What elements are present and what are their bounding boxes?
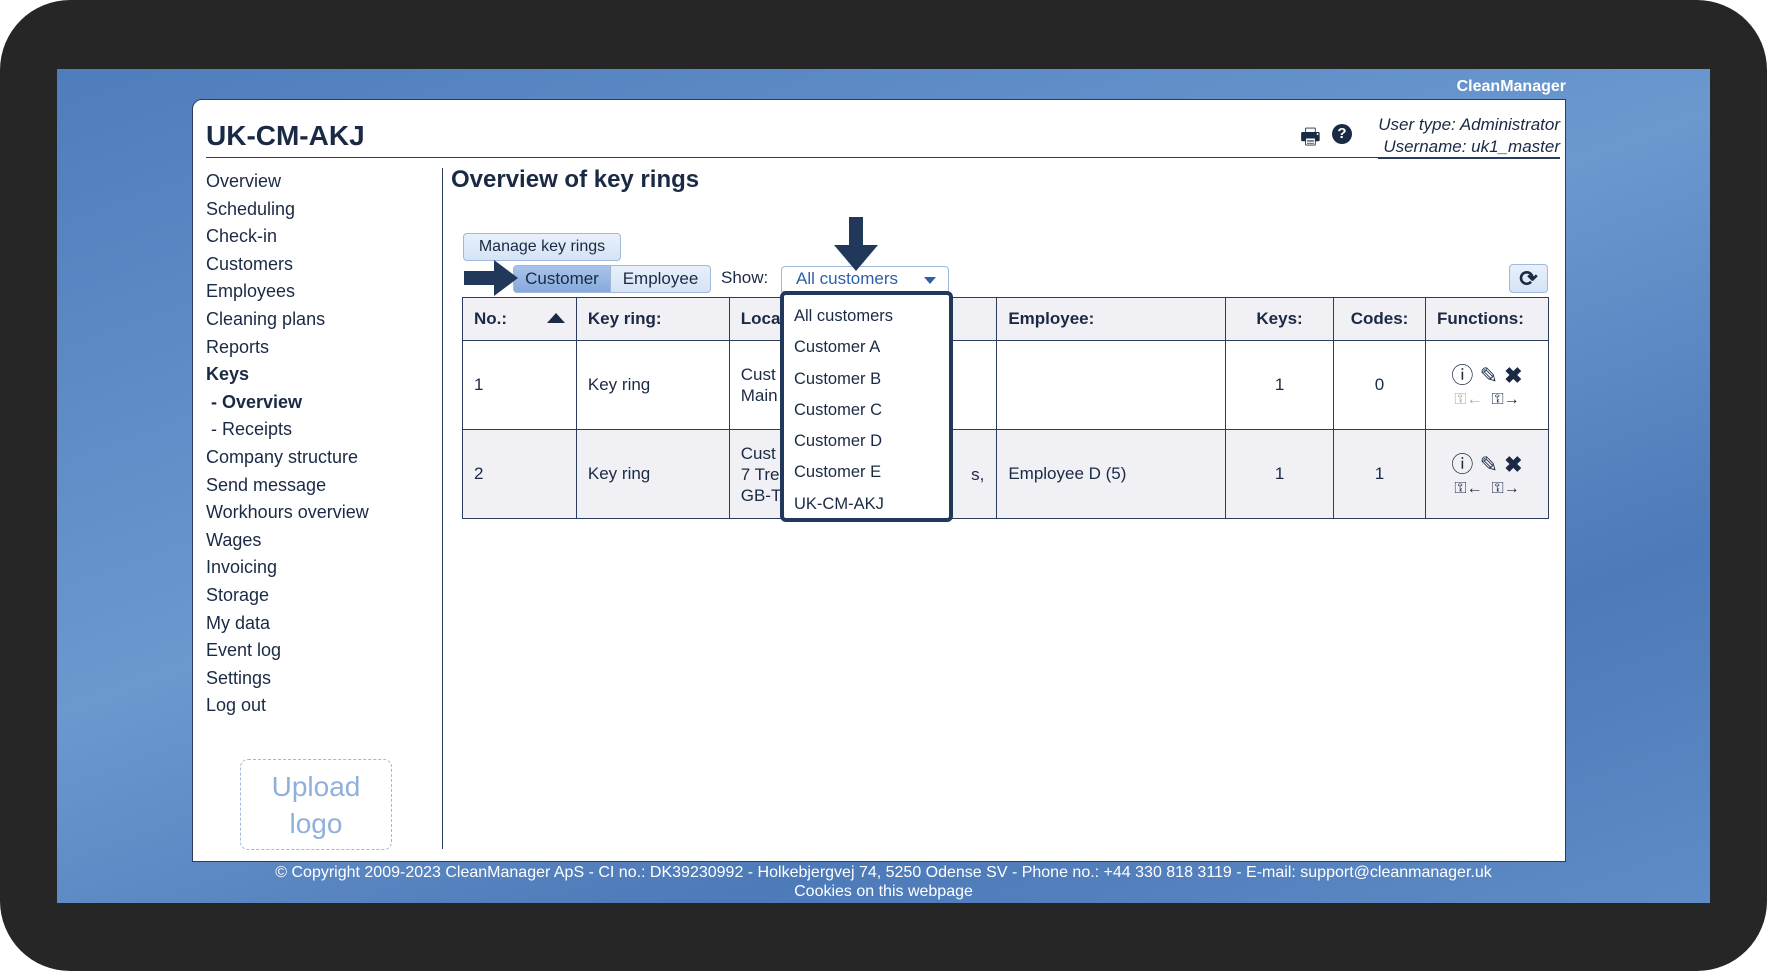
header-keys[interactable]: Keys: bbox=[1225, 297, 1335, 341]
cell-functions: ⓘ ✎ ✖ ⚿← ⚿→ bbox=[1424, 429, 1550, 519]
cell-employee bbox=[996, 340, 1227, 430]
sidebar: Overview Scheduling Check-in Customers E… bbox=[206, 168, 369, 720]
footer-copyright: © Copyright 2009-2023 CleanManager ApS -… bbox=[275, 864, 1492, 881]
cell-no: 2 bbox=[462, 429, 577, 519]
info-icon[interactable]: ⓘ bbox=[1451, 363, 1473, 388]
brand-label: CleanManager bbox=[1456, 78, 1566, 95]
cell-no: 1 bbox=[462, 340, 577, 430]
sidebar-item-event-log[interactable]: Event log bbox=[206, 637, 369, 665]
key-return-icon: ⚿← bbox=[1454, 391, 1483, 408]
sidebar-item-employees[interactable]: Employees bbox=[206, 278, 369, 306]
cell-codes: 0 bbox=[1333, 340, 1426, 430]
tab-customer[interactable]: Customer bbox=[513, 265, 611, 293]
tab-employee[interactable]: Employee bbox=[610, 265, 711, 293]
header-key-ring[interactable]: Key ring: bbox=[575, 297, 730, 341]
edit-icon[interactable]: ✎ bbox=[1480, 452, 1498, 477]
sidebar-item-send-message[interactable]: Send message bbox=[206, 472, 369, 500]
chevron-down-icon bbox=[924, 277, 936, 284]
refresh-icon: ⟳ bbox=[1519, 265, 1538, 291]
sidebar-item-overview[interactable]: Overview bbox=[206, 168, 369, 196]
sidebar-item-company-structure[interactable]: Company structure bbox=[206, 444, 369, 472]
cookies-link[interactable]: Cookies on this webpage bbox=[0, 882, 1767, 901]
sidebar-item-cleaning-plans[interactable]: Cleaning plans bbox=[206, 306, 369, 334]
sidebar-item-scheduling[interactable]: Scheduling bbox=[206, 196, 369, 224]
option-customer-b[interactable]: Customer B bbox=[784, 364, 949, 395]
company-title: UK-CM-AKJ bbox=[206, 120, 365, 151]
header-employee[interactable]: Employee: bbox=[996, 297, 1227, 341]
sidebar-item-customers[interactable]: Customers bbox=[206, 251, 369, 279]
sidebar-item-reports[interactable]: Reports bbox=[206, 334, 369, 362]
upload-logo-button[interactable]: Upload logo bbox=[240, 759, 392, 850]
option-uk-cm-akj[interactable]: UK-CM-AKJ bbox=[784, 489, 949, 520]
sidebar-item-storage[interactable]: Storage bbox=[206, 582, 369, 610]
header-functions: Functions: bbox=[1424, 297, 1550, 341]
table-row: 2 Key ring Cust 7 Tre GB-T s, Employee D (5… bbox=[462, 429, 1550, 519]
sidebar-item-check-in[interactable]: Check-in bbox=[206, 223, 369, 251]
show-dropdown-list: All customers Customer A Customer B Cust… bbox=[780, 291, 953, 522]
header-no[interactable]: No.: bbox=[462, 297, 577, 341]
option-customer-c[interactable]: Customer C bbox=[784, 395, 949, 426]
delete-icon[interactable]: ✖ bbox=[1504, 452, 1522, 477]
key-handout-icon[interactable]: ⚿→ bbox=[1491, 391, 1519, 408]
sidebar-item-invoicing[interactable]: Invoicing bbox=[206, 554, 369, 582]
option-customer-d[interactable]: Customer D bbox=[784, 426, 949, 457]
key-rings-table: No.: Key ring: Loca Employee: Keys: Code… bbox=[462, 297, 1550, 519]
cell-keys: 1 bbox=[1225, 340, 1335, 430]
username: Username: uk1_master bbox=[1378, 136, 1560, 159]
show-select-value: All customers bbox=[796, 269, 899, 288]
sort-asc-icon[interactable] bbox=[546, 313, 565, 323]
arrow-down-icon bbox=[834, 217, 878, 271]
refresh-button[interactable]: ⟳ bbox=[1509, 264, 1548, 293]
sidebar-divider bbox=[442, 168, 443, 849]
table-row: 1 Key ring Cust Main 1 0 ⓘ ✎ ✖ ⚿← ⚿→ bbox=[462, 340, 1550, 430]
arrow-right-icon bbox=[464, 260, 518, 296]
cell-employee: Employee D (5) bbox=[996, 429, 1227, 519]
option-all-customers[interactable]: All customers bbox=[784, 301, 949, 332]
sidebar-item-keys-overview[interactable]: - Overview bbox=[206, 389, 369, 417]
cell-codes: 1 bbox=[1333, 429, 1426, 519]
cell-key-ring: Key ring bbox=[575, 340, 730, 430]
upload-label-2: logo bbox=[289, 807, 343, 839]
info-icon[interactable]: ⓘ bbox=[1451, 452, 1473, 477]
sidebar-item-log-out[interactable]: Log out bbox=[206, 692, 369, 720]
option-customer-e[interactable]: Customer E bbox=[784, 457, 949, 488]
help-icon[interactable]: ? bbox=[1332, 124, 1352, 144]
cell-key-ring: Key ring bbox=[575, 429, 730, 519]
key-return-icon[interactable]: ⚿← bbox=[1454, 480, 1482, 497]
edit-icon[interactable]: ✎ bbox=[1480, 363, 1498, 388]
sidebar-item-wages[interactable]: Wages bbox=[206, 527, 369, 555]
sidebar-item-settings[interactable]: Settings bbox=[206, 665, 369, 693]
cell-functions: ⓘ ✎ ✖ ⚿← ⚿→ bbox=[1424, 340, 1550, 430]
show-label: Show: bbox=[721, 268, 769, 287]
sidebar-item-workhours-overview[interactable]: Workhours overview bbox=[206, 499, 369, 527]
print-icon[interactable]: 🖶 bbox=[1300, 120, 1321, 158]
user-info: User type: Administrator Username: uk1_m… bbox=[1378, 114, 1560, 159]
delete-icon[interactable]: ✖ bbox=[1504, 363, 1522, 388]
page-title: Overview of key rings bbox=[451, 166, 700, 193]
key-handout-icon[interactable]: ⚿→ bbox=[1491, 480, 1519, 497]
sidebar-item-my-data[interactable]: My data bbox=[206, 610, 369, 638]
main-panel: UK-CM-AKJ 🖶 ? User type: Administrator U… bbox=[192, 99, 1566, 862]
upload-label-1: Upload bbox=[271, 770, 361, 802]
header-codes[interactable]: Codes: bbox=[1333, 297, 1426, 341]
sidebar-item-keys[interactable]: Keys bbox=[206, 361, 369, 389]
cell-keys: 1 bbox=[1225, 429, 1335, 519]
footer: © Copyright 2009-2023 CleanManager ApS -… bbox=[0, 863, 1767, 901]
sidebar-item-keys-receipts[interactable]: - Receipts bbox=[206, 416, 369, 444]
header-divider bbox=[206, 157, 1560, 158]
option-customer-a[interactable]: Customer A bbox=[784, 332, 949, 363]
manage-key-rings-button[interactable]: Manage key rings bbox=[463, 233, 621, 261]
user-type: User type: Administrator bbox=[1378, 115, 1560, 134]
